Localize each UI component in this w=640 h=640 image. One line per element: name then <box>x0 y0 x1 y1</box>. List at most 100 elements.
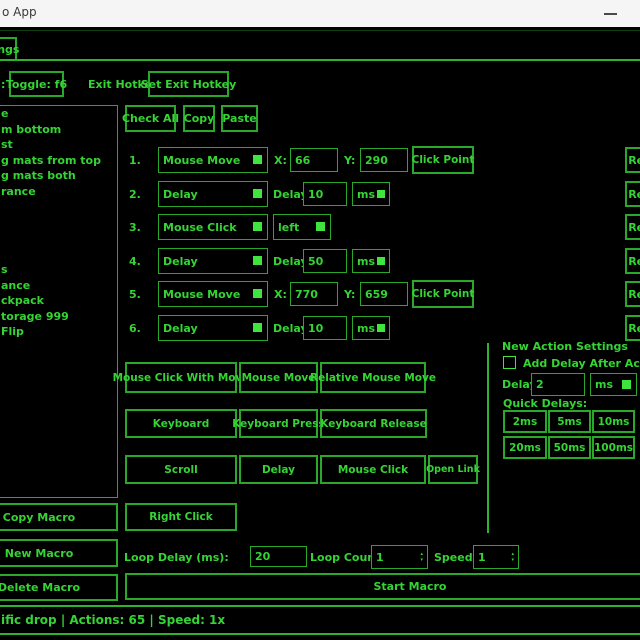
macro-list-item[interactable] <box>0 200 117 216</box>
macro-list-item[interactable]: s <box>0 262 117 278</box>
delay-input[interactable]: 50 <box>303 249 347 273</box>
x-label: X: <box>274 147 287 173</box>
add-delay-after-action-checkbox[interactable] <box>503 356 516 369</box>
macro-list-item[interactable] <box>0 231 117 247</box>
macro-list-item[interactable]: e <box>0 106 117 122</box>
click-point-button[interactable]: Click Point <box>412 280 474 308</box>
quick-delay-5ms-button[interactable]: 5ms <box>548 410 591 433</box>
loop-count-stepper[interactable]: 1 ▴▾ <box>371 545 428 569</box>
action-row-number: 6. <box>129 315 141 341</box>
delay-unit-dropdown[interactable]: ms <box>352 249 390 273</box>
macro-list-item[interactable] <box>0 215 117 231</box>
add-keyboard-press-button[interactable]: Keyboard Press <box>239 409 318 438</box>
y-input[interactable]: 659 <box>360 282 408 306</box>
add-delay-after-action-label: Add Delay After Action <box>523 356 640 370</box>
speed-stepper[interactable]: 1 ▴▾ <box>473 545 519 569</box>
mouse-button-dropdown[interactable]: left <box>273 214 331 240</box>
quick-delay-100ms-button[interactable]: 100ms <box>592 436 635 459</box>
dropdown-indicator-icon <box>377 324 385 332</box>
quick-delay-20ms-button[interactable]: 20ms <box>503 436 547 459</box>
add-mouse-click-button[interactable]: Mouse Click <box>320 455 426 484</box>
add-mouse-click-with-move-button[interactable]: Mouse Click With Move <box>125 362 237 393</box>
dropdown-indicator-icon <box>253 222 262 231</box>
action-type-dropdown[interactable]: Mouse Click <box>158 214 268 240</box>
click-point-button[interactable]: Click Point <box>412 146 474 174</box>
spinner-up-icon[interactable]: ▴ <box>511 552 514 557</box>
loop-delay-input[interactable]: 20 <box>250 546 307 567</box>
macro-list-item[interactable]: torage 999 <box>0 309 117 325</box>
tabstrip-divider <box>0 59 640 61</box>
new-macro-button[interactable]: New Macro <box>0 539 118 567</box>
add-right-click-button[interactable]: Right Click <box>125 503 237 531</box>
y-input[interactable]: 290 <box>360 148 408 172</box>
dropdown-indicator-icon <box>253 256 262 265</box>
paste-button[interactable]: Paste <box>221 105 258 132</box>
x-input[interactable]: 66 <box>290 148 338 172</box>
delay-input[interactable]: 10 <box>303 182 347 206</box>
dropdown-indicator-icon <box>377 190 385 198</box>
x-label: X: <box>274 281 287 307</box>
macro-list-item[interactable]: ance <box>0 278 117 294</box>
quick-delay-10ms-button[interactable]: 10ms <box>592 410 635 433</box>
macro-list-item[interactable]: st <box>0 137 117 153</box>
action-type-dropdown[interactable]: Delay <box>158 248 268 274</box>
macro-list-item[interactable]: m bottom <box>0 122 117 138</box>
add-keyboard-button[interactable]: Keyboard <box>125 409 237 438</box>
delay-unit-dropdown[interactable]: ms <box>352 182 390 206</box>
action-row-number: 3. <box>129 214 141 240</box>
remove-action-button[interactable]: Remove <box>625 315 640 341</box>
add-delay-button[interactable]: Delay <box>239 455 318 484</box>
spinner-up-icon[interactable]: ▴ <box>420 552 423 557</box>
copy-button[interactable]: Copy <box>183 105 215 132</box>
mouse-button-value: left <box>278 221 299 234</box>
macro-list-item[interactable] <box>0 246 117 262</box>
add-keyboard-release-button[interactable]: Keyboard Release <box>320 409 427 438</box>
remove-action-button[interactable]: Remove <box>625 214 640 240</box>
loop-delay-label: Loop Delay (ms): <box>124 545 229 569</box>
macro-list[interactable]: e m bottom st g mats from top g mats bot… <box>0 105 118 498</box>
y-label: Y: <box>344 147 355 173</box>
macro-list-item[interactable]: g mats both <box>0 168 117 184</box>
status-text: ific drop | Actions: 65 | Speed: 1x <box>1 613 225 627</box>
remove-action-button[interactable]: Remove <box>625 248 640 274</box>
delay-unit-dropdown[interactable]: ms <box>352 316 390 340</box>
delete-macro-button[interactable]: Delete Macro <box>0 574 118 601</box>
macro-list-item[interactable]: ckpack <box>0 293 117 309</box>
remove-action-button[interactable]: Remove <box>625 181 640 207</box>
action-type-dropdown[interactable]: Delay <box>158 315 268 341</box>
toggle-hotkey-button[interactable]: Toggle: f6 <box>9 71 64 97</box>
add-open-link-button[interactable]: Open Link <box>428 455 478 484</box>
quick-delay-2ms-button[interactable]: 2ms <box>503 410 547 433</box>
hotkey-label: : <box>1 71 5 97</box>
add-mouse-move-button[interactable]: Mouse Move <box>239 362 318 393</box>
check-all-button[interactable]: Check All <box>125 105 176 132</box>
dropdown-indicator-icon <box>253 155 262 164</box>
action-type-value: Mouse Move <box>163 154 240 167</box>
add-scroll-button[interactable]: Scroll <box>125 455 237 484</box>
new-action-delay-input[interactable]: 2 <box>531 373 585 396</box>
new-action-delay-unit-dropdown[interactable]: ms <box>590 373 637 396</box>
delay-input[interactable]: 10 <box>303 316 347 340</box>
spinner-down-icon[interactable]: ▾ <box>420 558 423 563</box>
x-input[interactable]: 770 <box>290 282 338 306</box>
set-exit-hotkey-button[interactable]: Set Exit Hotkey <box>148 71 229 97</box>
delay-unit-value: ms <box>357 255 375 268</box>
macro-list-item[interactable]: g mats from top <box>0 153 117 169</box>
remove-action-button[interactable]: Remove <box>625 281 640 307</box>
dropdown-indicator-icon <box>253 323 262 332</box>
macro-list-item[interactable]: Flip <box>0 324 117 340</box>
loop-count-value: 1 <box>376 551 384 564</box>
spinner-down-icon[interactable]: ▾ <box>511 558 514 563</box>
macro-list-item[interactable]: rance <box>0 184 117 200</box>
action-type-dropdown[interactable]: Mouse Move <box>158 147 268 173</box>
add-relative-mouse-move-button[interactable]: Relative Mouse Move <box>320 362 426 393</box>
remove-action-button[interactable]: Remove <box>625 147 640 173</box>
start-macro-button[interactable]: Start Macro <box>125 573 640 600</box>
action-type-dropdown[interactable]: Mouse Move <box>158 281 268 307</box>
delay-unit-value: ms <box>595 378 613 391</box>
copy-macro-button[interactable]: Copy Macro <box>0 503 118 531</box>
tab-settings[interactable]: Settings <box>0 37 17 61</box>
quick-delay-50ms-button[interactable]: 50ms <box>548 436 591 459</box>
action-type-dropdown[interactable]: Delay <box>158 181 268 207</box>
minimize-button[interactable] <box>596 0 626 27</box>
